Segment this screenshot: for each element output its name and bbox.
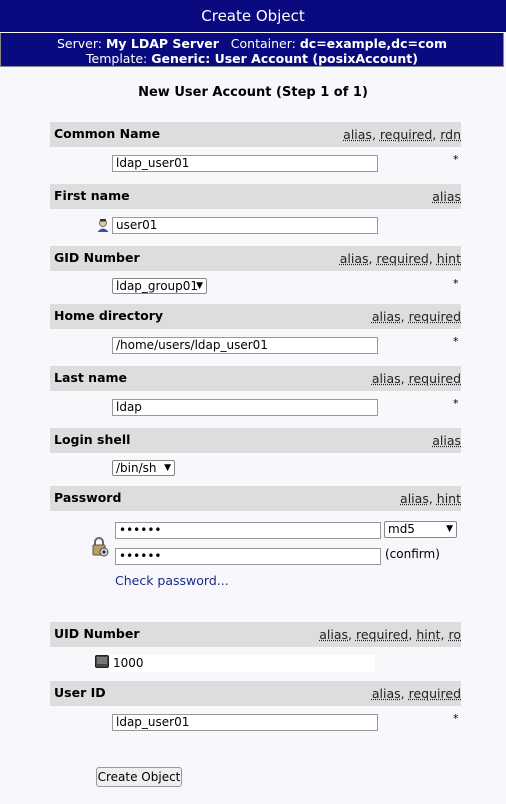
gid-select[interactable]: ldap_group01 ▼ (112, 278, 207, 294)
last-name-input[interactable]: ldap (112, 399, 378, 416)
flag-alias[interactable]: alias (372, 371, 401, 386)
lock-icon (92, 537, 109, 557)
password-input[interactable]: •••••• (115, 522, 381, 539)
home-directory-input[interactable]: /home/users/ldap_user01 (112, 337, 378, 354)
server-info-bar: Server: My LDAP Server Container: dc=exa… (0, 33, 504, 67)
attr-flags: alias, hint (400, 491, 461, 506)
flag-alias[interactable]: alias (372, 309, 401, 324)
password-hash-select[interactable]: md5 ▼ (384, 521, 457, 538)
attr-flags: alias, required, hint, ro (319, 627, 461, 642)
attr-name: Last name (54, 370, 128, 385)
attr-flags: alias, required, hint (339, 251, 461, 266)
attr-flags: alias, required (371, 309, 461, 324)
flag-alias[interactable]: alias (372, 686, 401, 701)
required-mark: * (453, 153, 459, 166)
attr-flags: alias, required (371, 371, 461, 386)
chevron-down-icon: ▼ (196, 281, 203, 291)
attr-name: User ID (54, 685, 106, 700)
container-dn: dc=example,dc=com (299, 36, 447, 51)
confirm-label: (confirm) (385, 547, 440, 561)
chevron-down-icon: ▼ (164, 463, 171, 473)
flag-alias[interactable]: alias (432, 189, 461, 204)
template-name: Generic: User Account (posixAccount) (151, 51, 418, 66)
attr-flags: alias (432, 433, 461, 448)
attr-flags: alias, required (371, 686, 461, 701)
attr-flags: alias, required, rdn (343, 127, 461, 142)
flag-alias[interactable]: alias (319, 627, 348, 642)
attr-header-cn: Common Name alias, required, rdn (50, 122, 461, 147)
required-mark: * (453, 277, 459, 290)
flag-required[interactable]: required (356, 627, 408, 642)
login-shell-value: /bin/sh (116, 461, 157, 475)
flag-alias[interactable]: alias (432, 433, 461, 448)
attr-header-gid: GID Number alias, required, hint (50, 246, 461, 271)
attr-name: Common Name (54, 126, 161, 141)
flag-alias[interactable]: alias (340, 251, 369, 266)
form-heading: New User Account (Step 1 of 1) (138, 85, 368, 100)
required-mark: * (453, 712, 459, 725)
attr-name: Home directory (54, 308, 164, 323)
attr-name: Password (54, 490, 122, 505)
attr-name: Login shell (54, 432, 131, 447)
user-id-input[interactable]: ldap_user01 (112, 714, 378, 731)
flag-required[interactable]: required (376, 251, 428, 266)
attr-header-uid: User ID alias, required (50, 681, 461, 706)
first-name-input[interactable]: user01 (112, 217, 378, 234)
flag-required[interactable]: required (409, 686, 461, 701)
attr-header-password: Password alias, hint (50, 486, 461, 511)
attr-header-givenname: First name alias (50, 184, 461, 209)
gid-select-value: ldap_group01 (116, 279, 199, 293)
attr-flags: alias (432, 189, 461, 204)
flag-required[interactable]: required (409, 309, 461, 324)
required-mark: * (453, 335, 459, 348)
flag-required[interactable]: required (409, 371, 461, 386)
login-shell-select[interactable]: /bin/sh ▼ (112, 460, 175, 476)
attr-header-home: Home directory alias, required (50, 304, 461, 329)
server-name: My LDAP Server (105, 36, 219, 51)
server-container-line: Server: My LDAP Server Container: dc=exa… (1, 36, 503, 51)
flag-hint[interactable]: hint (416, 627, 440, 642)
flag-alias[interactable]: alias (343, 127, 372, 142)
page-title: Create Object (0, 0, 506, 32)
attr-header-uid-number: UID Number alias, required, hint, ro (50, 622, 461, 647)
server-label: Server: (56, 36, 102, 51)
attr-name: GID Number (54, 250, 140, 265)
container-label: Container: (230, 36, 296, 51)
flag-hint[interactable]: hint (437, 251, 461, 266)
attr-name: First name (54, 188, 130, 203)
chevron-down-icon: ▼ (446, 524, 453, 534)
required-mark: * (453, 397, 459, 410)
check-password-link[interactable]: Check password... (115, 573, 229, 588)
uid-number-readonly-box (110, 655, 375, 672)
attr-header-shell: Login shell alias (50, 428, 461, 453)
template-label: Template: (86, 51, 148, 66)
attr-header-sn: Last name alias, required (50, 366, 461, 391)
flag-required[interactable]: required (380, 127, 432, 142)
uid-number-value: 1000 (113, 656, 144, 670)
flag-alias[interactable]: alias (400, 491, 429, 506)
template-line: Template: Generic: User Account (posixAc… (1, 51, 503, 66)
password-confirm-input[interactable]: •••••• (115, 548, 381, 565)
flag-ro[interactable]: ro (448, 627, 461, 642)
terminal-icon (95, 655, 109, 668)
password-hash-value: md5 (388, 522, 415, 536)
user-icon (97, 219, 109, 232)
cn-input[interactable]: ldap_user01 (112, 155, 378, 172)
attr-name: UID Number (54, 626, 140, 641)
flag-hint[interactable]: hint (437, 491, 461, 506)
flag-rdn[interactable]: rdn (440, 127, 461, 142)
create-object-button[interactable]: Create Object (96, 767, 182, 787)
